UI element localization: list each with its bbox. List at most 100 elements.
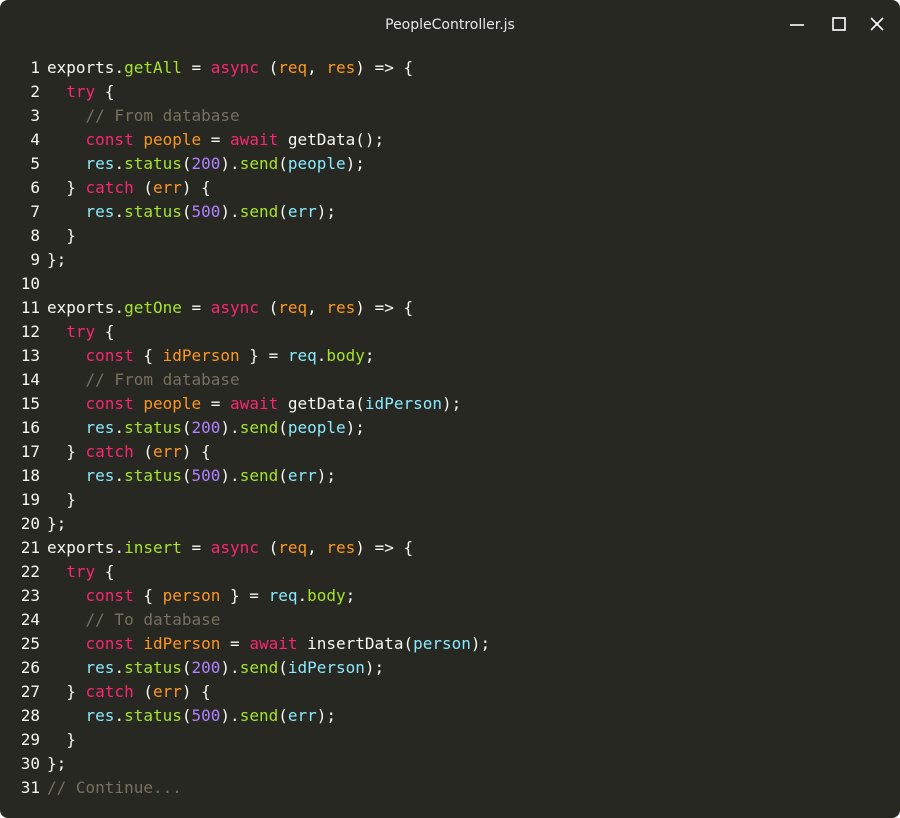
code-line[interactable]: 4 const people = await getData(); [0, 128, 900, 152]
close-button[interactable] [868, 15, 886, 33]
minimize-button[interactable] [788, 15, 806, 33]
maximize-button[interactable] [830, 15, 848, 33]
line-content: const people = await getData(idPerson); [40, 392, 462, 416]
line-content: } [40, 224, 76, 248]
code-line[interactable]: 22 try { [0, 560, 900, 584]
code-token: . [114, 466, 125, 485]
code-line[interactable]: 19 } [0, 488, 900, 512]
code-token: ( [278, 418, 288, 437]
code-token: 200 [191, 154, 221, 173]
code-token: people [143, 394, 202, 413]
code-token: getData(); [278, 130, 385, 149]
code-line[interactable]: 23 const { person } = req.body; [0, 584, 900, 608]
line-content: const { person } = req.body; [40, 584, 356, 608]
code-token: const [85, 394, 134, 413]
code-area[interactable]: 1 exports.getAll = async (req, res) => {2… [0, 56, 900, 800]
code-line[interactable]: 11 exports.getOne = async (req, res) => { [0, 296, 900, 320]
code-line[interactable]: 9}; [0, 248, 900, 272]
line-number: 25 [20, 634, 40, 653]
line-content: }; [40, 752, 66, 776]
code-token: ); [345, 418, 365, 437]
code-line[interactable]: 6 } catch (err) { [0, 176, 900, 200]
code-token: try [66, 82, 96, 101]
code-line[interactable]: 13 const { idPerson } = req.body; [0, 344, 900, 368]
code-token: try [66, 562, 96, 581]
code-token: } [47, 178, 86, 197]
code-line[interactable]: 27 } catch (err) { [0, 680, 900, 704]
code-token: ( [133, 442, 153, 461]
code-token: ; [364, 346, 375, 365]
code-line[interactable]: 18 res.status(500).send(err); [0, 464, 900, 488]
code-token: ) { [181, 178, 211, 197]
code-line[interactable]: 10 [0, 272, 900, 296]
line-number: 29 [20, 730, 40, 749]
line-number: 18 [20, 466, 40, 485]
code-token: } [47, 226, 76, 245]
code-token: // To database [85, 610, 221, 629]
code-token: ). [220, 418, 240, 437]
line-content: res.status(200).send(people); [40, 416, 365, 440]
line-content: } catch (err) { [40, 680, 211, 704]
code-token: , [307, 538, 327, 557]
line-number: 5 [30, 154, 40, 173]
code-token: . [114, 658, 125, 677]
code-line[interactable]: 26 res.status(200).send(idPerson); [0, 656, 900, 680]
editor-window: PeopleController.js 1 exports.getAll = as… [0, 0, 900, 818]
code-line[interactable]: 21 exports.insert = async (req, res) => { [0, 536, 900, 560]
code-line[interactable]: 16 res.status(200).send(people); [0, 416, 900, 440]
code-token: const [85, 634, 134, 653]
line-number: 13 [20, 346, 40, 365]
code-line[interactable]: 12 try { [0, 320, 900, 344]
code-line[interactable]: 2 try { [0, 80, 900, 104]
code-token: . [114, 298, 125, 317]
code-token: }; [47, 754, 67, 773]
code-line[interactable]: 24 // To database [0, 608, 900, 632]
code-line[interactable]: 17 } catch (err) { [0, 440, 900, 464]
code-line[interactable]: 30}; [0, 752, 900, 776]
line-content: res.status(200).send(people); [40, 152, 365, 176]
code-token: = [181, 58, 211, 77]
code-line[interactable]: 1 exports.getAll = async (req, res) => { [0, 56, 900, 80]
code-line[interactable]: 31 // Continue... [0, 776, 900, 800]
code-line[interactable]: 14 // From database [0, 368, 900, 392]
code-token: people [287, 154, 346, 173]
code-token: . [114, 706, 125, 725]
code-token: ); [316, 706, 337, 725]
code-token: getAll [124, 58, 182, 77]
code-token: ( [181, 466, 192, 485]
code-line[interactable]: 28 res.status(500).send(err); [0, 704, 900, 728]
code-token: , [307, 58, 327, 77]
code-token: err [287, 202, 317, 221]
code-line[interactable]: 7 res.status(500).send(err); [0, 200, 900, 224]
code-token: err [287, 466, 317, 485]
line-content: res.status(200).send(idPerson); [40, 656, 385, 680]
line-number: 21 [20, 538, 40, 557]
line-number: 16 [20, 418, 40, 437]
code-token: async [210, 538, 259, 557]
code-token: // From database [85, 370, 240, 389]
line-number: 12 [20, 322, 40, 341]
code-line[interactable]: 15 const people = await getData(idPerson… [0, 392, 900, 416]
code-token: ). [220, 466, 240, 485]
code-line[interactable]: 8 } [0, 224, 900, 248]
code-line[interactable]: 20}; [0, 512, 900, 536]
code-token: res [326, 58, 356, 77]
code-token: } [47, 442, 86, 461]
code-token: ( [278, 466, 288, 485]
code-line[interactable]: 5 res.status(200).send(people); [0, 152, 900, 176]
code-token: try [66, 322, 96, 341]
line-number: 9 [30, 250, 40, 269]
code-token: idPerson [364, 394, 442, 413]
line-number: 7 [30, 202, 40, 221]
code-line[interactable]: 3 // From database [0, 104, 900, 128]
code-token: res [85, 202, 115, 221]
code-token: ) => { [355, 538, 414, 557]
code-line[interactable]: 25 const idPerson = await insertData(per… [0, 632, 900, 656]
code-token: { [95, 82, 115, 101]
code-token: } [47, 730, 76, 749]
code-line[interactable]: 29 } [0, 728, 900, 752]
